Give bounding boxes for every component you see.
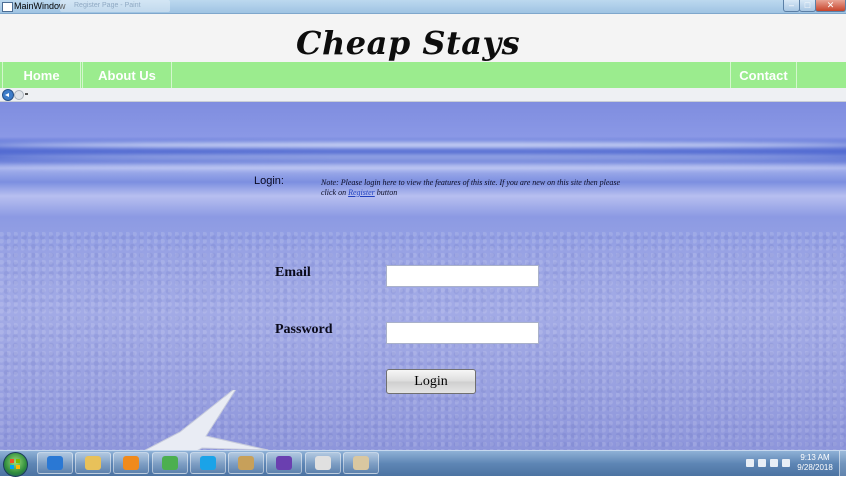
login-button[interactable]: Login — [386, 369, 476, 394]
calculator-icon — [315, 456, 331, 470]
taskbar-button[interactable] — [343, 452, 379, 474]
clock[interactable]: 9:13 AM 9/28/2018 — [793, 453, 837, 473]
paint-icon — [353, 456, 369, 470]
password-field[interactable] — [386, 322, 539, 344]
back-arrow-icon[interactable] — [2, 89, 14, 101]
show-desktop-button[interactable] — [839, 451, 846, 476]
internet-explorer-icon — [47, 456, 63, 470]
nav-bar: Home About Us Contact Us — [0, 62, 846, 111]
visual-studio-icon — [276, 456, 292, 470]
starfish-icon — [144, 390, 269, 450]
window-title: MainWindow — [14, 1, 66, 11]
taskbar-button[interactable] — [113, 452, 149, 474]
navigation-strip — [0, 88, 846, 102]
close-button[interactable]: ✕ — [815, 0, 846, 12]
nav-contact-us[interactable]: Contact Us — [730, 62, 797, 111]
wave-foam — [0, 142, 846, 148]
clock-time: 9:13 AM — [800, 453, 830, 462]
nav-home[interactable]: Home — [2, 62, 81, 88]
history-dropdown-icon[interactable] — [25, 93, 28, 95]
taskbar-button[interactable] — [75, 452, 111, 474]
background-window-tab[interactable]: Register Page - Paint — [60, 0, 170, 12]
chrome-icon — [162, 456, 178, 470]
window-title-bar: MainWindow Register Page - Paint – □ ✕ — [0, 0, 846, 14]
skype-icon — [200, 456, 216, 470]
wave-foam — [0, 154, 846, 160]
taskbar-button[interactable] — [266, 452, 302, 474]
password-label: Password — [275, 322, 333, 337]
file-explorer-icon — [85, 456, 101, 470]
note-text-end: button — [376, 188, 398, 197]
forward-arrow-icon[interactable] — [14, 90, 24, 100]
taskbar-button[interactable] — [190, 452, 226, 474]
start-button[interactable] — [3, 452, 28, 477]
nav-about-us[interactable]: About Us — [82, 62, 172, 88]
tray-arrow-icon[interactable] — [746, 459, 754, 467]
email-field[interactable] — [386, 265, 539, 287]
clock-date: 9/28/2018 — [797, 463, 833, 472]
taskbar-button[interactable] — [37, 452, 73, 474]
window-icon — [2, 2, 13, 12]
site-brand-title: Cheap Stays — [296, 24, 521, 62]
volume-icon[interactable] — [782, 459, 790, 467]
minimize-button[interactable]: – — [783, 0, 800, 12]
email-label: Email — [275, 265, 311, 280]
taskbar-button[interactable] — [152, 452, 188, 474]
maximize-button[interactable]: □ — [799, 0, 816, 12]
login-note: Note: Please login here to view the feat… — [321, 178, 621, 198]
login-heading: Login: — [254, 175, 284, 187]
system-tray — [742, 455, 790, 471]
taskbar-button[interactable] — [228, 452, 264, 474]
media-player-icon — [123, 456, 139, 470]
taskbar: 9:13 AM 9/28/2018 — [0, 450, 846, 477]
network-tool-icon — [238, 456, 254, 470]
site-header: Cheap Stays — [0, 14, 846, 62]
wave-foam — [0, 164, 846, 170]
register-link[interactable]: Register — [348, 188, 375, 197]
taskbar-button[interactable] — [305, 452, 341, 474]
flag-icon[interactable] — [758, 459, 766, 467]
network-icon[interactable] — [770, 459, 778, 467]
